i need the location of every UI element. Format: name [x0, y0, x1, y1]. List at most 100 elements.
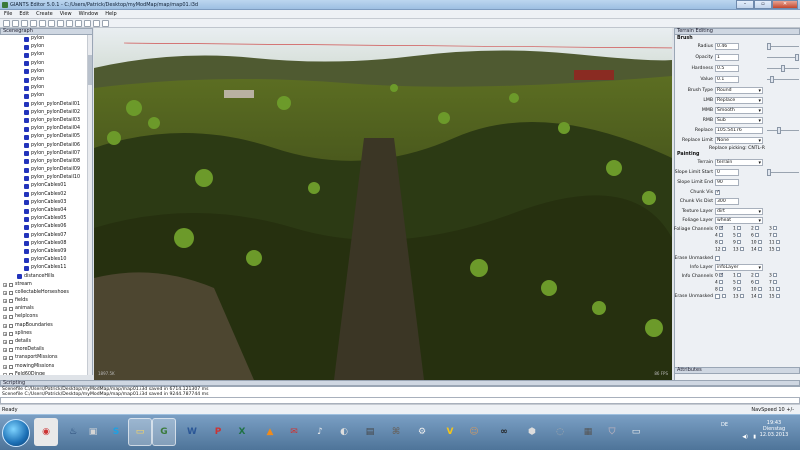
move-icon[interactable]: [48, 19, 55, 27]
channel-checkbox[interactable]: [754, 233, 759, 237]
channel-checkbox[interactable]: [775, 287, 780, 291]
channel-checkbox[interactable]: [736, 240, 741, 244]
scenegraph-item[interactable]: pylon_pylonDetail05: [0, 133, 92, 141]
texturelayer-select[interactable]: dirt: [715, 208, 763, 215]
scenegraph-item[interactable]: pylonCables10: [0, 256, 92, 264]
scenegraph-item[interactable]: + transportMissions: [0, 354, 92, 362]
scenegraph-item[interactable]: pylon_pylonDetail08: [0, 158, 92, 166]
expand-toggle-icon[interactable]: +: [3, 331, 7, 336]
channel-checkbox[interactable]: [718, 225, 724, 231]
scenegraph-item[interactable]: + mowingMissions: [0, 363, 92, 371]
menu-view[interactable]: View: [60, 10, 72, 18]
app-icon-8[interactable]: ⚙: [410, 418, 434, 446]
channel-checkbox[interactable]: [736, 287, 741, 291]
3d-viewport[interactable]: 1897.5K 86 FPS: [94, 28, 672, 380]
slopeend-field[interactable]: 90: [715, 179, 739, 186]
scenegraph-item[interactable]: + stream: [0, 281, 92, 289]
scenegraph-scrollbar[interactable]: [87, 35, 92, 375]
hardness-field[interactable]: 0.5: [715, 65, 739, 72]
language-indicator[interactable]: DE: [721, 422, 728, 428]
opacity-field[interactable]: 1: [715, 54, 739, 61]
minimize-button[interactable]: –: [736, 0, 754, 9]
scale-icon[interactable]: [66, 19, 73, 27]
script-command-input[interactable]: [0, 397, 800, 404]
app-icon-2[interactable]: ▣: [81, 418, 105, 446]
expand-toggle-icon[interactable]: +: [3, 364, 7, 369]
paint-icon[interactable]: [84, 19, 91, 27]
scenegraph-item[interactable]: pylonCables04: [0, 207, 92, 215]
chunkvis-checkbox[interactable]: [715, 189, 720, 195]
scenegraph-item[interactable]: pylon: [0, 92, 92, 100]
menu-help[interactable]: Help: [105, 10, 116, 18]
expand-toggle-icon[interactable]: +: [3, 348, 7, 353]
new-icon[interactable]: [3, 19, 10, 27]
scenegraph-item[interactable]: + helpIcons: [0, 313, 92, 321]
radius-slider[interactable]: [767, 43, 799, 50]
scenegraph-item[interactable]: pylonCables05: [0, 215, 92, 223]
scenegraph-item[interactable]: pylonCables08: [0, 240, 92, 248]
explorer-icon[interactable]: ▭: [128, 418, 152, 446]
scenegraph-item[interactable]: + splines: [0, 330, 92, 338]
brushtype-select[interactable]: Round: [715, 87, 763, 94]
app-icon-14[interactable]: ▦: [576, 418, 600, 446]
scenegraph-item[interactable]: pylon_pylonDetail02: [0, 109, 92, 117]
expand-toggle-icon[interactable]: +: [3, 356, 7, 361]
app-icon-9[interactable]: V: [438, 418, 462, 446]
hardness-slider[interactable]: [767, 65, 799, 72]
skype-icon[interactable]: S: [104, 418, 128, 446]
infolayer-select[interactable]: infoLayer: [715, 264, 763, 271]
scenegraph-item[interactable]: pylonCables09: [0, 248, 92, 256]
channel-checkbox[interactable]: [736, 273, 741, 277]
scenegraph-item[interactable]: pylon: [0, 43, 92, 51]
channel-checkbox[interactable]: [736, 226, 741, 230]
clock[interactable]: 19:43 Dienstag 12.03.2013: [758, 420, 790, 438]
channel-checkbox[interactable]: [775, 247, 780, 251]
app-icon-13[interactable]: ◌: [548, 418, 572, 446]
scenegraph-item[interactable]: pylon_pylonDetail10: [0, 174, 92, 182]
app-icon-12[interactable]: ⬢: [520, 418, 544, 446]
slopestart-field[interactable]: 0: [715, 169, 739, 176]
scenegraph-item[interactable]: pylon: [0, 68, 92, 76]
channel-checkbox[interactable]: [739, 247, 744, 251]
vlc-icon[interactable]: ▲: [258, 418, 282, 446]
erase-checkbox[interactable]: [715, 256, 720, 261]
replace-slider[interactable]: [767, 127, 799, 134]
channel-checkbox[interactable]: [736, 280, 741, 284]
app-icon-11[interactable]: ∞: [492, 418, 516, 446]
expand-toggle-icon[interactable]: +: [3, 299, 7, 304]
channel-checkbox[interactable]: [772, 226, 777, 230]
scenegraph-item[interactable]: pylon: [0, 51, 92, 59]
app-icon-4[interactable]: ♪: [308, 418, 332, 446]
scenegraph-item[interactable]: pylon_pylonDetail07: [0, 150, 92, 158]
channel-checkbox[interactable]: [718, 280, 723, 284]
giants-editor-icon[interactable]: G: [152, 418, 176, 446]
app-icon-10[interactable]: ☺: [462, 418, 486, 446]
menu-create[interactable]: Create: [36, 10, 53, 18]
scenegraph-item[interactable]: + details: [0, 338, 92, 346]
channel-checkbox[interactable]: [718, 240, 723, 244]
menu-window[interactable]: Window: [79, 10, 99, 18]
channel-checkbox[interactable]: [718, 272, 724, 278]
menu-file[interactable]: File: [4, 10, 12, 18]
scenegraph-item[interactable]: pylon_pylonDetail09: [0, 166, 92, 174]
volume-icon[interactable]: ◀): [742, 434, 748, 440]
chunkvisdist-field[interactable]: 300: [715, 198, 739, 205]
scenegraph-item[interactable]: pylonCables07: [0, 232, 92, 240]
close-button[interactable]: ✕: [772, 0, 798, 9]
scenegraph-item[interactable]: pylonCables02: [0, 191, 92, 199]
expand-toggle-icon[interactable]: -: [3, 372, 7, 375]
app-icon-5[interactable]: ◐: [332, 418, 356, 446]
channel-checkbox[interactable]: [754, 226, 759, 230]
value-slider[interactable]: [767, 76, 799, 83]
excel-icon[interactable]: X: [230, 418, 254, 446]
expand-toggle-icon[interactable]: +: [3, 282, 7, 287]
channel-checkbox[interactable]: [736, 233, 741, 237]
channel-checkbox[interactable]: [772, 273, 777, 277]
expand-toggle-icon[interactable]: +: [3, 340, 7, 345]
channel-checkbox[interactable]: [757, 247, 762, 251]
replacelimit-select[interactable]: None: [715, 137, 763, 144]
maximize-button[interactable]: ▫: [754, 0, 772, 9]
replace-field[interactable]: 105.54176: [715, 127, 763, 134]
select-icon[interactable]: [39, 19, 46, 27]
slopestart-slider[interactable]: [767, 169, 799, 176]
